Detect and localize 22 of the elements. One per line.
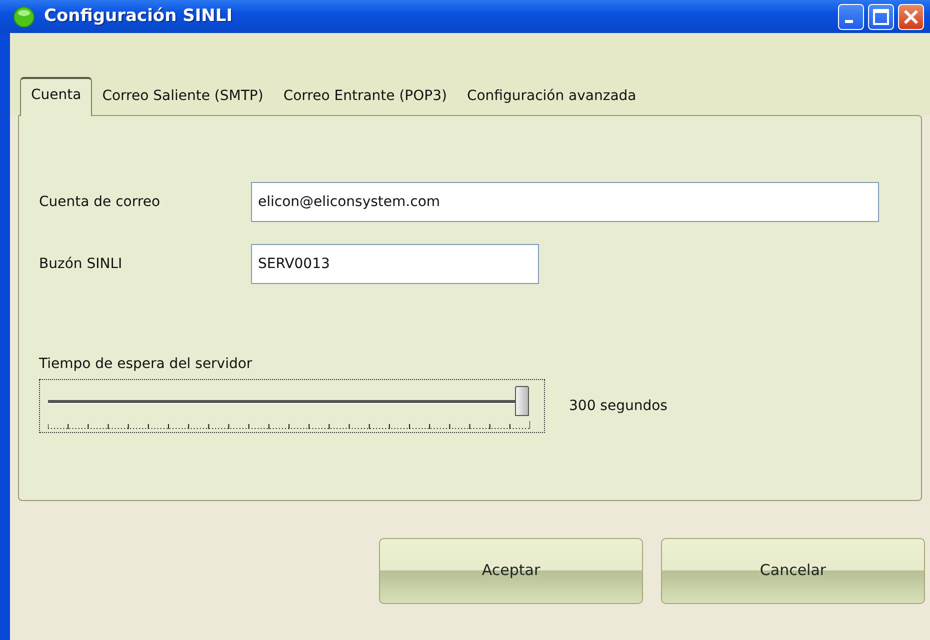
slider[interactable] bbox=[39, 379, 545, 433]
maximize-button[interactable] bbox=[868, 4, 894, 30]
slider-label: Tiempo de espera del servidor bbox=[39, 355, 254, 374]
close-icon bbox=[902, 8, 920, 26]
minimize-button[interactable] bbox=[838, 4, 864, 30]
minimize-icon bbox=[845, 20, 853, 23]
tab[interactable]: Cuenta bbox=[20, 77, 92, 116]
tab[interactable]: Correo Entrante (POP3) bbox=[273, 80, 457, 115]
text-field[interactable]: SERV0013 bbox=[251, 244, 539, 284]
dialog-button[interactable]: Cancelar bbox=[661, 538, 925, 604]
maximize-icon bbox=[872, 8, 890, 26]
dialog-button[interactable]: Aceptar bbox=[379, 538, 643, 604]
field-label: Cuenta de correo bbox=[39, 192, 162, 212]
close-button[interactable] bbox=[898, 4, 924, 30]
field-label: Buzón SINLI bbox=[39, 254, 124, 274]
window-title: Configuración SINLI bbox=[44, 4, 234, 28]
text-field[interactable]: elicon@eliconsystem.com bbox=[251, 182, 879, 222]
tab[interactable]: Configuración avanzada bbox=[456, 80, 646, 115]
app-icon bbox=[12, 4, 36, 28]
tab[interactable]: Correo Saliente (SMTP) bbox=[92, 80, 274, 115]
slider-thumb[interactable] bbox=[515, 386, 529, 416]
slider-value: 300 segundos bbox=[569, 396, 668, 416]
